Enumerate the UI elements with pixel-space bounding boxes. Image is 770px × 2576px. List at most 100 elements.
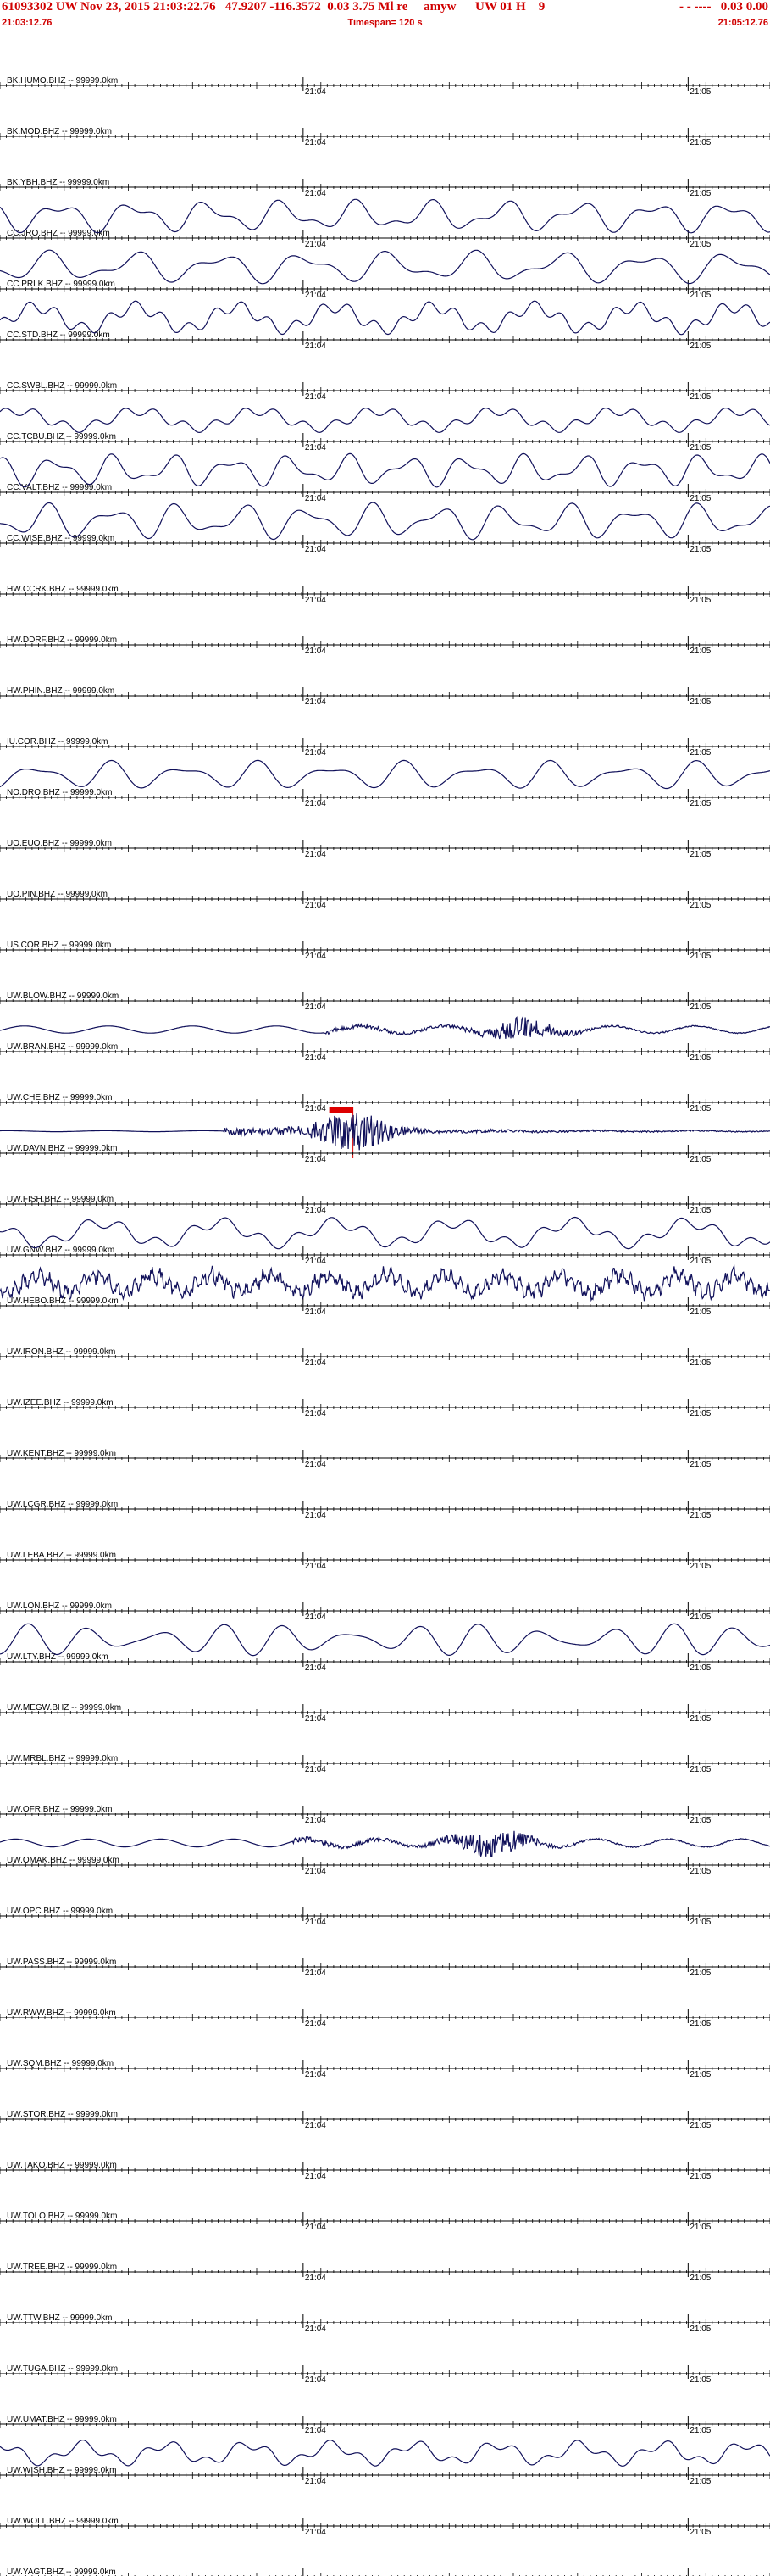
axis-ticks — [0, 1252, 770, 1258]
axis-ticks — [0, 896, 770, 902]
channel-label: UW.DAVN.BHZ -- 99999.0km — [7, 1144, 117, 1153]
minute-tick-label: 21:04 — [305, 2477, 326, 2486]
channel-label: HW.PHIN.BHZ -- 99999.0km — [7, 686, 114, 696]
minute-tick-label: 21:05 — [690, 1968, 711, 1978]
channel-panel: UW.OPC.BHZ -- 99999.0km 21:04 21:05 — [0, 1907, 770, 1927]
minute-tick-label: 21:04 — [305, 748, 326, 758]
channel-panel: CC.TCBU.BHZ -- 99999.0km 21:04 21:05 — [0, 407, 770, 452]
channel-panel: CC.JRO.BHZ -- 99999.0km 21:04 21:05 — [0, 198, 770, 249]
minute-tick-label: 21:05 — [690, 2070, 711, 2079]
axis-ticks — [0, 336, 770, 343]
minute-tick-label: 21:05 — [690, 647, 711, 656]
channel-label: UW.WOLL.BHZ -- 99999.0km — [7, 2517, 119, 2526]
minute-tick-label: 21:04 — [305, 1714, 326, 1724]
axis-ticks — [0, 2065, 770, 2072]
channel-label: UW.WISH.BHZ -- 99999.0km — [7, 2466, 116, 2475]
channel-label: UW.LCGR.BHZ -- 99999.0km — [7, 1500, 118, 1509]
channel-label: CC.SWBL.BHZ -- 99999.0km — [7, 381, 117, 391]
minute-tick-label: 21:05 — [690, 87, 711, 97]
minute-tick-label: 21:05 — [690, 1714, 711, 1724]
waveform-trace — [0, 407, 770, 434]
minute-tick-label: 21:04 — [305, 1918, 326, 1927]
channel-panel: HW.PHIN.BHZ -- 99999.0km 21:04 21:05 — [0, 686, 770, 707]
minute-tick-label: 21:05 — [690, 2528, 711, 2537]
minute-tick-label: 21:04 — [305, 291, 326, 300]
minute-tick-label: 21:04 — [305, 1053, 326, 1063]
axis-ticks — [0, 1913, 770, 1919]
minute-tick-label: 21:04 — [305, 596, 326, 605]
channel-label: UW.YAGT.BHZ -- 99999.0km — [7, 2568, 116, 2576]
channel-panel: UW.WOLL.BHZ -- 99999.0km 21:04 21:05 — [0, 2517, 770, 2537]
channel-label: HW.DDRF.BHZ -- 99999.0km — [7, 636, 117, 645]
pick-flag — [329, 1107, 353, 1113]
minute-tick-label: 21:04 — [305, 240, 326, 249]
channel-label: UW.PASS.BHZ -- 99999.0km — [7, 1957, 116, 1967]
minute-tick-label: 21:05 — [690, 2019, 711, 2029]
minute-tick-label: 21:05 — [690, 1816, 711, 1825]
minute-tick-label: 21:04 — [305, 1867, 326, 1876]
seismogram-header: 61093302 UW Nov 23, 2015 21:03:22.76 47.… — [0, 0, 770, 31]
minute-tick-label: 21:05 — [690, 1867, 711, 1876]
minute-tick-label: 21:04 — [305, 1460, 326, 1469]
minute-tick-label: 21:04 — [305, 2223, 326, 2232]
minute-tick-label: 21:05 — [690, 1155, 711, 1164]
minute-tick-label: 21:05 — [690, 2375, 711, 2384]
minute-tick-label: 21:04 — [305, 2121, 326, 2130]
channel-label: UW.OPC.BHZ -- 99999.0km — [7, 1907, 113, 1916]
minute-tick-label: 21:05 — [690, 1765, 711, 1774]
channel-panel: UW.KENT.BHZ -- 99999.0km 21:04 21:05 — [0, 1449, 770, 1469]
waveform-trace — [0, 249, 770, 285]
minute-tick-label: 21:04 — [305, 2019, 326, 2029]
axis-ticks — [0, 794, 770, 801]
axis-ticks — [0, 1099, 770, 1106]
channel-label: UW.UMAT.BHZ -- 99999.0km — [7, 2415, 117, 2424]
minute-tick-label: 21:04 — [305, 545, 326, 554]
channel-panel: US.COR.BHZ -- 99999.0km 21:04 21:05 — [0, 941, 770, 961]
channel-panel: CC.PRLK.BHZ -- 99999.0km 21:04 21:05 — [0, 249, 770, 300]
channel-panel: UW.BLOW.BHZ -- 99999.0km 21:04 21:05 — [0, 991, 770, 1012]
axis-ticks — [0, 1811, 770, 1818]
axis-ticks — [0, 1201, 770, 1208]
minute-tick-label: 21:05 — [690, 1002, 711, 1012]
minute-tick-label: 21:05 — [690, 1562, 711, 1571]
channel-panel: UW.MEGW.BHZ -- 99999.0km21:04 21:05 — [0, 1703, 770, 1724]
channel-panel: UW.HEBO.BHZ -- 99999.0km21:04 21:05 — [0, 1263, 770, 1317]
waveform-trace — [0, 300, 770, 336]
axis-ticks — [0, 1607, 770, 1614]
waveform-trace — [0, 502, 770, 541]
minute-tick-label: 21:05 — [690, 1104, 711, 1113]
minute-tick-label: 21:05 — [690, 1206, 711, 1215]
axis-ticks — [0, 845, 770, 852]
minute-tick-label: 21:04 — [305, 697, 326, 707]
channel-panel: CC.WISE.BHZ -- 99999.0km 21:04 21:05 — [0, 502, 770, 554]
channel-panel: UW.SQM.BHZ -- 99999.0km 21:04 21:05 — [0, 2059, 770, 2079]
channel-panel: IU.COR.BHZ -- 99999.0km 21:04 21:05 — [0, 737, 770, 758]
minute-tick-label: 21:05 — [690, 596, 711, 605]
channel-label: UW.RWW.BHZ -- 99999.0km — [7, 2008, 116, 2018]
minute-tick-label: 21:04 — [305, 647, 326, 656]
channel-panel: UW.STOR.BHZ -- 99999.0km 21:04 21:05 — [0, 2110, 770, 2130]
channel-panel: UO.EUO.BHZ -- 99999.0km21:04 21:05 — [0, 839, 770, 859]
channel-panel: CC.VALT.BHZ -- 99999.0km21:04 21:05 — [0, 452, 770, 503]
channel-panel: UW.RWW.BHZ -- 99999.0km 21:04 21:05 — [0, 2008, 770, 2029]
channel-panel: UW.LON.BHZ -- 99999.0km21:04 21:05 — [0, 1602, 770, 1622]
minute-tick-label: 21:05 — [690, 1663, 711, 1673]
minute-tick-label: 21:05 — [690, 799, 711, 808]
channel-panel: UW.TTW.BHZ -- 99999.0km21:04 21:05 — [0, 2313, 770, 2334]
minute-tick-label: 21:05 — [690, 1307, 711, 1317]
minute-tick-label: 21:05 — [690, 2223, 711, 2232]
event-title-right: - - ---- 0.03 0.00 — [679, 0, 768, 14]
minute-tick-label: 21:05 — [690, 1613, 711, 1622]
channel-panel: UW.TUGA.BHZ -- 99999.0km 21:04 21:05 — [0, 2364, 770, 2384]
axis-ticks — [0, 743, 770, 750]
channel-panel: UW.YAGT.BHZ -- 99999.0km21:0421:05 — [0, 2568, 770, 2576]
channel-label: BK.HUMO.BHZ -- 99999.0km — [7, 76, 118, 86]
minute-tick-label: 21:04 — [305, 443, 326, 452]
minute-tick-label: 21:05 — [690, 240, 711, 249]
minute-tick-label: 21:04 — [305, 1307, 326, 1317]
minute-tick-label: 21:05 — [690, 952, 711, 961]
axis-ticks — [0, 235, 770, 242]
minute-tick-label: 21:04 — [305, 952, 326, 961]
minute-tick-label: 21:05 — [690, 748, 711, 758]
minute-tick-label: 21:04 — [305, 1257, 326, 1266]
